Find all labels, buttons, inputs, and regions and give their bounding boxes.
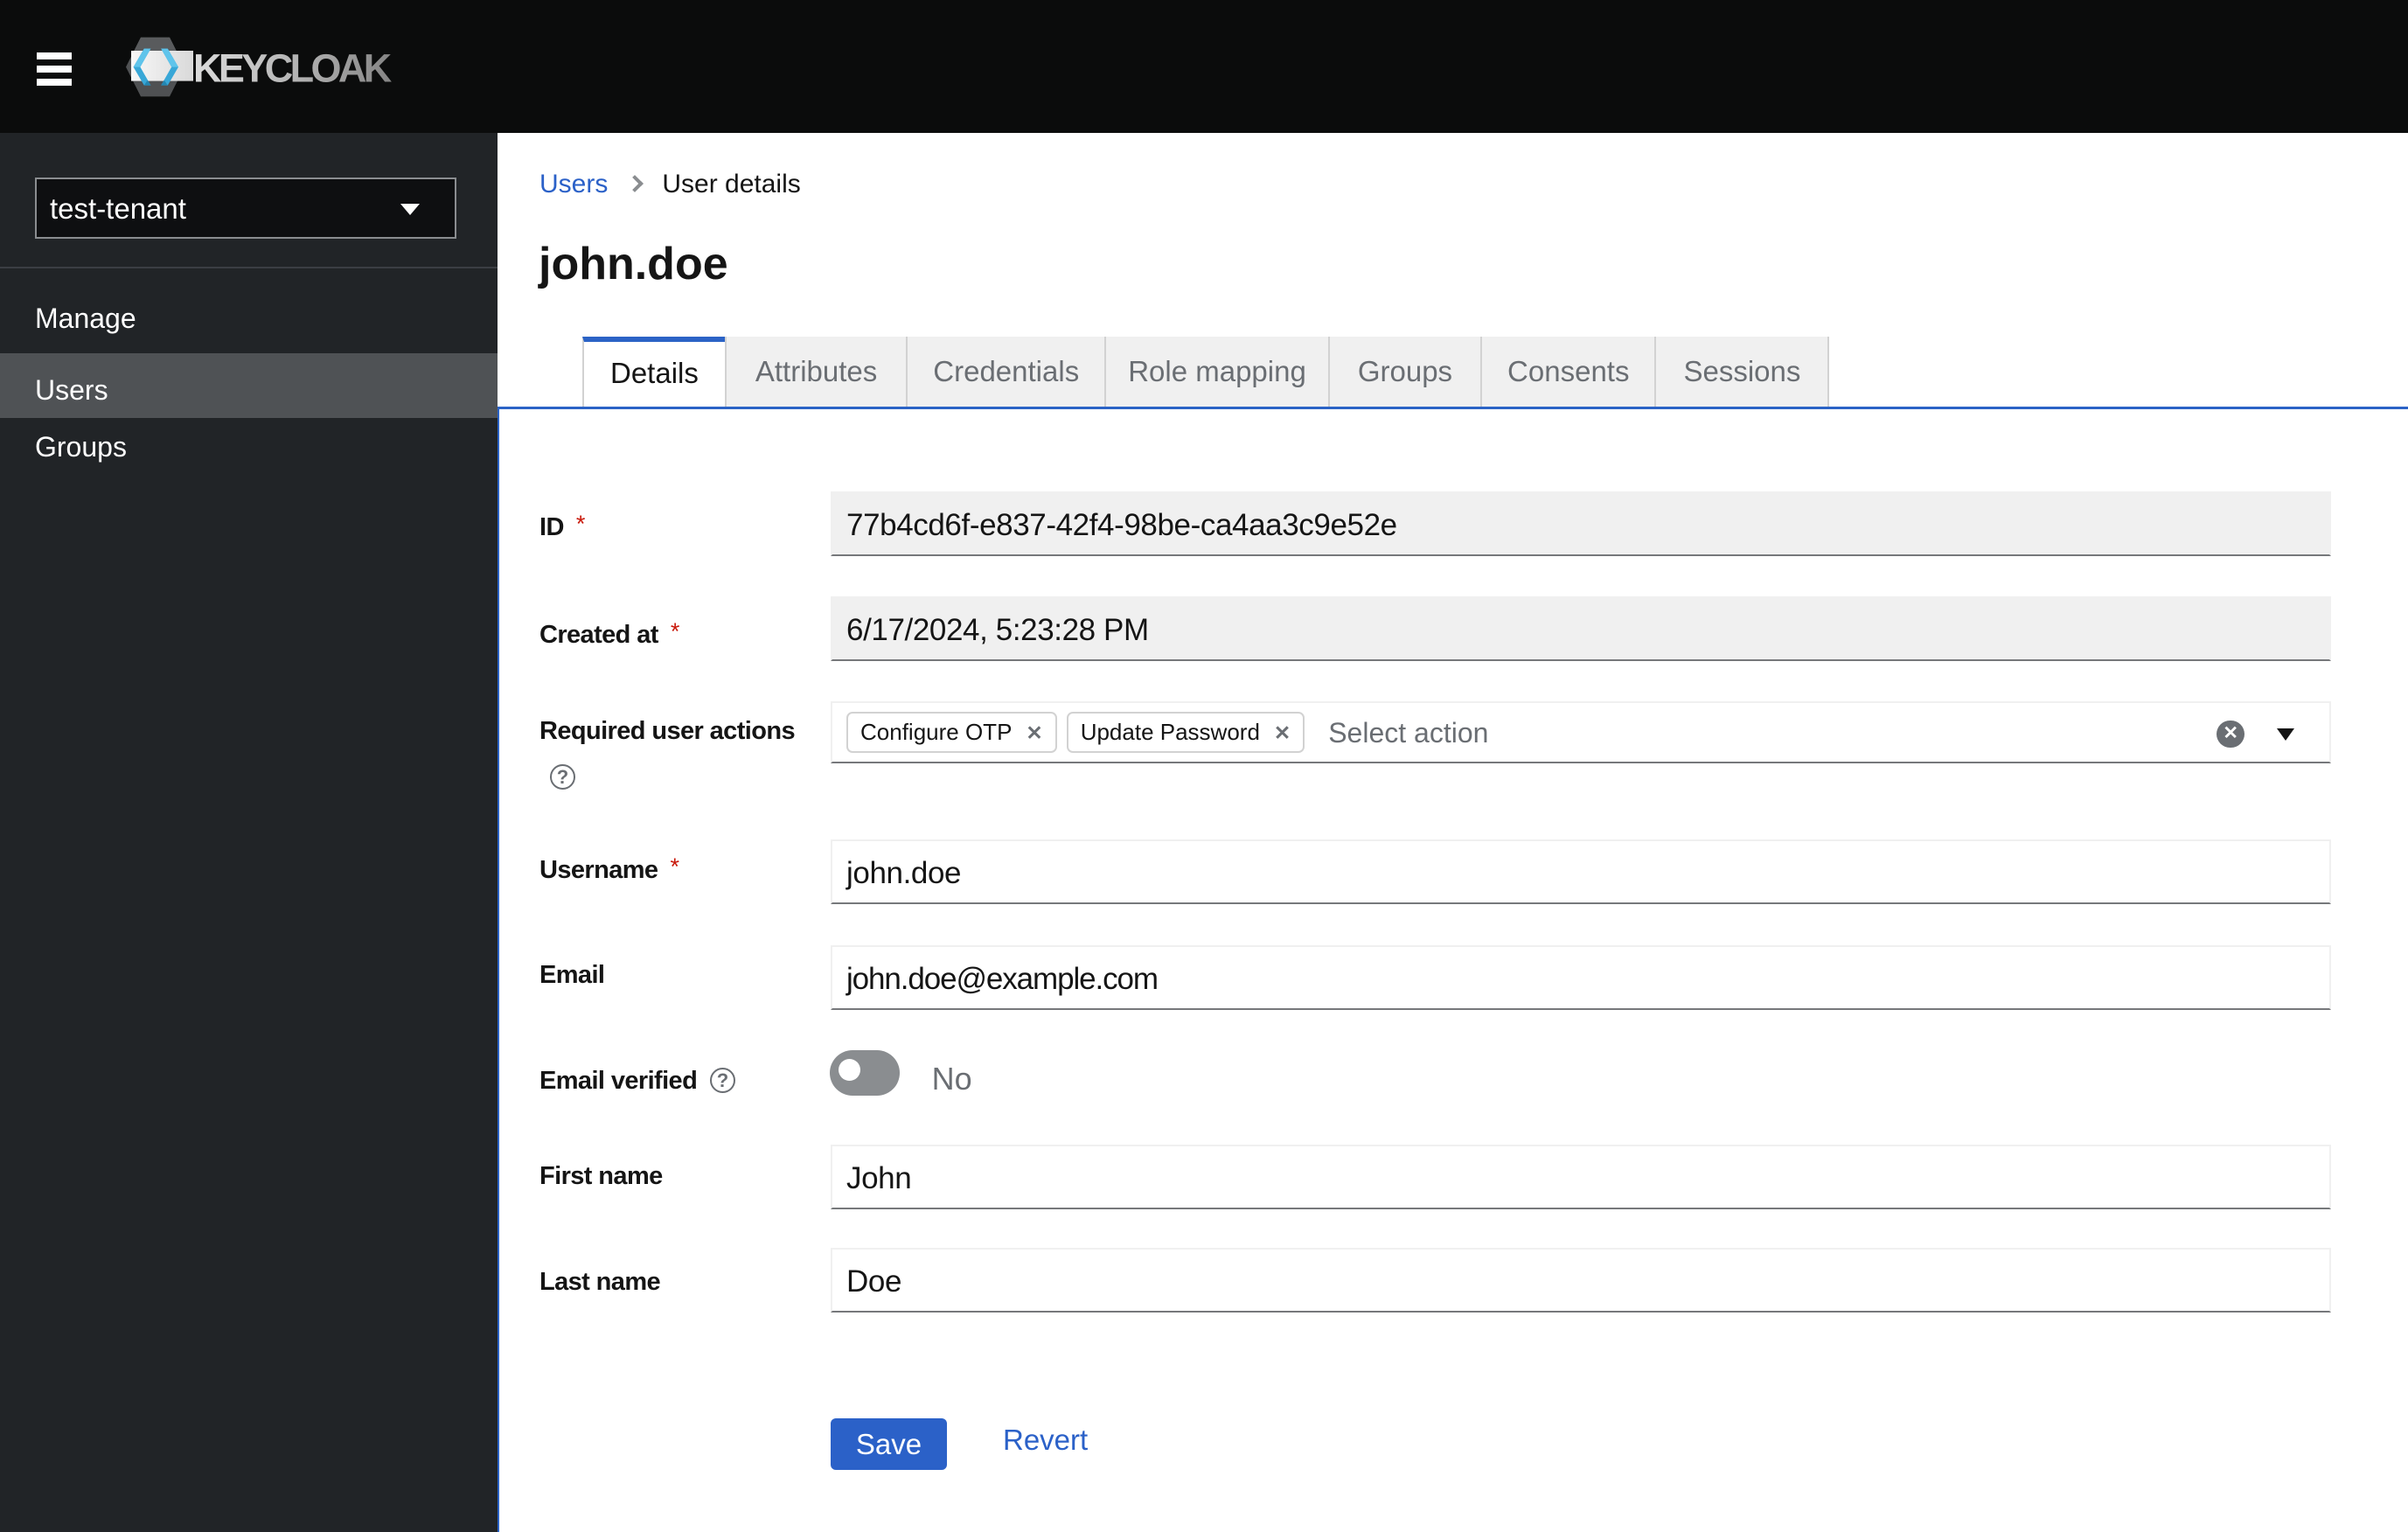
svg-text:KEYCLOAK: KEYCLOAK bbox=[193, 46, 393, 91]
